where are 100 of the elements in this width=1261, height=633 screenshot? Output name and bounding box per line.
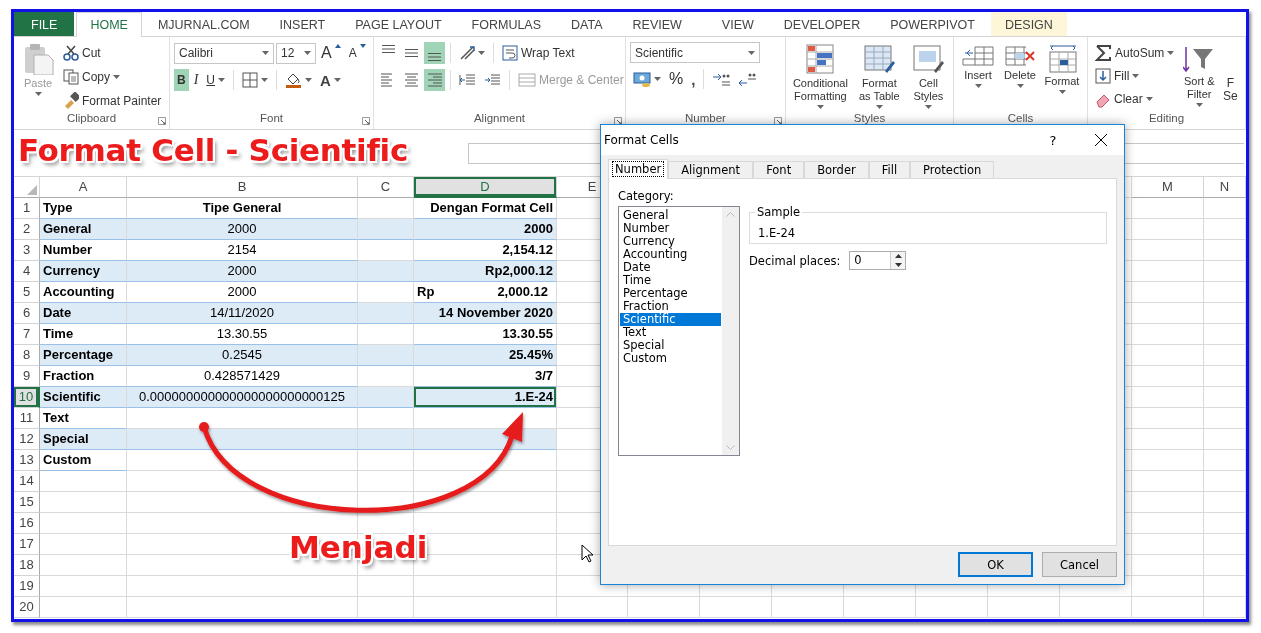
dialog-button[interactable]: Cancel (1042, 552, 1117, 577)
ribbon-tab[interactable]: POWERPIVOT (876, 12, 989, 36)
category-item[interactable]: Text (620, 326, 721, 339)
scroll-down-icon (726, 445, 735, 450)
dialog-tab[interactable]: Font (753, 161, 805, 178)
fill-button[interactable]: Fill (1092, 65, 1178, 87)
wrap-text-button[interactable]: Wrap Text (499, 42, 578, 64)
category-item[interactable]: Scientific (620, 313, 721, 326)
table-cell: Custom (40, 450, 127, 471)
column-header[interactable]: C (358, 177, 414, 198)
dialog-launcher-icon (158, 117, 166, 125)
column-header[interactable]: B (127, 177, 358, 198)
format-painter-button[interactable]: Format Painter (60, 90, 165, 112)
category-item[interactable]: Date (620, 261, 721, 274)
font-name-dropdown[interactable]: Calibri (174, 42, 274, 64)
cell-styles-button[interactable]: Cell Styles (907, 42, 949, 112)
ribbon-tab[interactable]: VIEW (707, 12, 768, 36)
help-button[interactable]: ? (1042, 131, 1064, 149)
row-header[interactable]: 5 (14, 282, 40, 303)
ribbon-tab[interactable]: DESIGN (990, 12, 1067, 36)
italic-button[interactable]: I (190, 69, 202, 91)
ribbon-tab[interactable]: DATA (557, 12, 617, 36)
row-header[interactable]: 10 (14, 387, 40, 408)
align-middle-icon (404, 49, 419, 57)
font-color-button[interactable]: A (317, 69, 344, 91)
triangle-down-icon (359, 44, 366, 48)
row-header[interactable]: 11 (14, 408, 40, 429)
category-item[interactable]: Time (620, 274, 721, 287)
paintbrush-icon (63, 92, 79, 110)
category-item[interactable]: Number (620, 222, 721, 235)
row-header[interactable]: 19 (14, 576, 40, 597)
column-header[interactable]: A (40, 177, 127, 198)
row-header[interactable]: 18 (14, 555, 40, 576)
conditional-formatting-button[interactable]: Conditional Formatting (790, 42, 851, 112)
ribbon-tab[interactable]: HOME (76, 12, 142, 37)
category-item[interactable]: General (620, 209, 721, 222)
row-header[interactable]: 13 (14, 450, 40, 471)
shrink-font-button[interactable]: A (345, 42, 369, 64)
dialog-tab[interactable]: Number (608, 159, 669, 179)
group-label: Styles (853, 112, 886, 126)
row-header[interactable]: 7 (14, 324, 40, 345)
column-header[interactable]: M (1132, 177, 1204, 198)
category-item[interactable]: Accounting (620, 248, 721, 261)
percent-style-button[interactable]: % (666, 68, 687, 90)
category-item[interactable]: Custom (620, 352, 721, 365)
format-as-table-button[interactable]: Format as Table (852, 42, 906, 112)
delete-cells-icon (1004, 43, 1036, 67)
spin-up-icon (894, 254, 902, 259)
row-header[interactable]: 17 (14, 534, 40, 555)
table-cell: 2000 (127, 261, 358, 282)
bold-button[interactable]: B (174, 69, 189, 91)
table-cell: Date (40, 303, 127, 324)
decimal-places-spinner[interactable]: 0 (849, 251, 907, 270)
ribbon-tab[interactable]: FILE (14, 12, 75, 36)
number-format-dropdown[interactable]: Scientific (630, 42, 760, 63)
delete-cells-button[interactable]: Delete (1000, 42, 1040, 112)
clear-button[interactable]: Clear (1092, 88, 1178, 110)
borders-button[interactable] (239, 69, 271, 91)
column-header[interactable]: N (1204, 177, 1246, 198)
caret-icon (974, 84, 982, 88)
dialog-tab[interactable]: Protection (910, 161, 995, 178)
row-header[interactable]: 1 (14, 198, 40, 219)
dialog-tab[interactable]: Fill (868, 161, 911, 178)
autosum-button[interactable]: AutoSum (1092, 42, 1178, 64)
copy-button[interactable]: Copy (60, 66, 165, 88)
ribbon-tab[interactable]: DEVELOPER (769, 12, 875, 36)
triangle-up-icon (334, 44, 341, 48)
category-item[interactable]: Fraction (620, 300, 721, 313)
column-header[interactable]: D (414, 177, 557, 198)
sort-filter-button[interactable]: Sort & Filter (1179, 42, 1220, 112)
format-cells-button[interactable]: Format (1042, 42, 1082, 112)
insert-cells-button[interactable]: Insert (958, 42, 998, 112)
dialog-tab[interactable]: Alignment (668, 161, 754, 178)
caret-icon (261, 78, 268, 82)
grow-font-button[interactable]: A (318, 42, 344, 64)
find-select-button[interactable]: F Se (1221, 42, 1241, 112)
cut-button[interactable]: Cut (60, 42, 165, 64)
comma-style-button[interactable]: , (688, 68, 699, 90)
ribbon-tab[interactable]: FORMULAS (457, 12, 556, 36)
row-header[interactable]: 16 (14, 513, 40, 534)
align-bottom-button[interactable] (424, 42, 445, 64)
category-item[interactable]: Special (620, 339, 721, 352)
dialog-title: Format Cells (604, 133, 680, 147)
row-header[interactable]: 20 (14, 597, 40, 618)
row-header[interactable]: 15 (14, 492, 40, 513)
category-item[interactable]: Currency (620, 235, 721, 248)
ribbon-tab[interactable]: MJURNAL.COM (143, 12, 264, 36)
font-size-dropdown[interactable]: 12 (276, 42, 316, 64)
row-header[interactable]: 3 (14, 240, 40, 261)
caret-icon (262, 51, 269, 55)
category-list[interactable]: General Number Currency Accounting Date Time Percentage Fraction Scientific Text Special Custom (618, 206, 740, 456)
ribbon-tab[interactable]: INSERT (265, 12, 340, 36)
category-item[interactable]: Percentage (620, 287, 721, 300)
scissors-icon (63, 45, 79, 61)
dialog-button[interactable]: OK (958, 552, 1033, 577)
row-header[interactable]: 14 (14, 471, 40, 492)
ribbon-tab[interactable]: PAGE LAYOUT (341, 12, 456, 36)
dialog-tab[interactable]: Border (804, 161, 869, 178)
ribbon-tab[interactable]: REVIEW (618, 12, 696, 36)
underline-button[interactable]: U (203, 69, 228, 91)
